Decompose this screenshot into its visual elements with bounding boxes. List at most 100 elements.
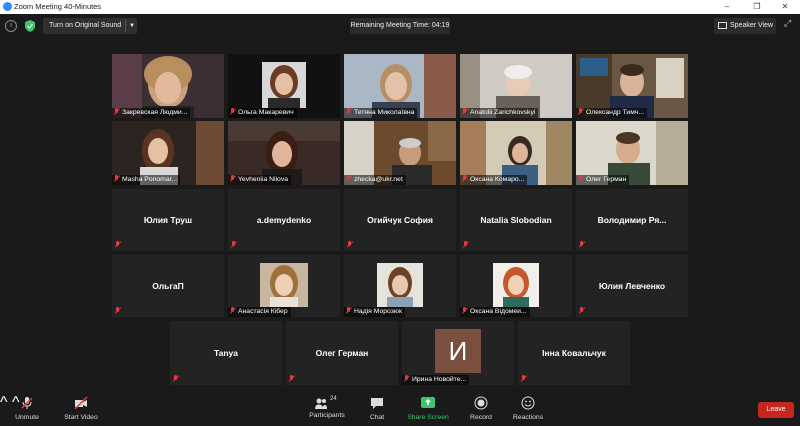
participant-tile[interactable]: Володимир Ря... [576, 189, 688, 251]
participant-tile[interactable]: Олександр Тимч... [576, 54, 688, 118]
participant-tile[interactable]: Ольга Макаревич [228, 54, 340, 118]
participant-name-center: Natalia Slobodian [480, 215, 552, 225]
record-label: Record [470, 414, 492, 421]
participant-name: Олександр Тимч... [576, 108, 648, 118]
participant-tile[interactable]: ОльгаП [112, 255, 224, 317]
participant-name: Тетяна Миколаївна [344, 108, 418, 118]
chat-label: Chat [369, 414, 385, 421]
muted-mic-icon [462, 175, 468, 182]
maximize-button[interactable]: ❐ [746, 0, 768, 14]
participants-button[interactable]: 24 Participants [306, 396, 348, 419]
share-screen-icon [421, 397, 435, 408]
start-video-button[interactable]: Start Video [62, 396, 100, 421]
participant-tile[interactable]: Anatolii Zarichkovskyi [460, 54, 572, 118]
participant-name-center: ОльгаП [152, 281, 184, 291]
participant-tile[interactable]: Закревская Людми... [112, 54, 224, 118]
chat-button[interactable]: Chat [365, 396, 389, 421]
encryption-shield-icon[interactable] [24, 20, 36, 32]
participant-name-text: Оксана Комаро... [470, 176, 525, 183]
close-button[interactable]: ✕ [774, 0, 796, 14]
participant-name-text: Ирина Новойте... [412, 376, 467, 383]
participant-name: Оксана Відомеи... [460, 307, 530, 317]
muted-mic-icon [579, 307, 585, 314]
participant-tile[interactable]: Masha Ponomar... [112, 121, 224, 185]
participant-tile[interactable]: Natalia Slobodian [460, 189, 572, 251]
participant-tile[interactable]: Юлия Левченко [576, 255, 688, 317]
info-icon[interactable]: i [5, 20, 17, 32]
participant-name: Masha Ponomar... [112, 175, 181, 185]
minimize-button[interactable]: – [716, 0, 738, 14]
share-screen-button[interactable]: Share Screen [406, 396, 450, 421]
participant-name: Ольга Макаревич [228, 108, 297, 118]
muted-mic-icon [404, 375, 410, 382]
profile-photo [260, 263, 308, 307]
unmute-button[interactable]: Unmute [12, 396, 42, 421]
participant-tile[interactable]: Олег Герман [576, 121, 688, 185]
speaker-view-icon [718, 22, 727, 29]
participants-label: Participants [309, 412, 345, 419]
participant-tile[interactable]: a.demydenko [228, 189, 340, 251]
zoom-logo-icon [3, 2, 12, 11]
participant-name-text: Оксана Відомеи... [470, 308, 527, 315]
video-off-icon [74, 396, 88, 410]
start-video-label: Start Video [64, 414, 98, 421]
window-titlebar: Zoom Meeting 40-Minutes – ❐ ✕ [0, 0, 800, 14]
participant-name-center: Олег Герман [315, 348, 369, 358]
muted-mic-icon [230, 175, 236, 182]
muted-mic-icon [173, 375, 179, 382]
participant-tile[interactable]: Анастасія Кібер [228, 255, 340, 317]
participant-name: Yevheniia Nilova [228, 175, 292, 185]
participant-tile[interactable]: Оксана Комаро... [460, 121, 572, 185]
muted-microphone-icon [21, 397, 33, 409]
speaker-view-button[interactable]: Speaker View [714, 18, 776, 34]
participant-tile[interactable]: Олег Герман [286, 321, 398, 385]
participant-tile[interactable]: zhecka@ukr.net [344, 121, 456, 185]
muted-mic-icon [462, 307, 468, 314]
original-sound-label: Turn on Original Sound [49, 22, 122, 29]
muted-mic-icon [231, 241, 237, 248]
reactions-button[interactable]: Reactions [510, 396, 546, 421]
participant-name-center: a.demydenko [256, 215, 312, 225]
participant-name-text: Закревская Людми... [122, 109, 188, 116]
muted-mic-icon [114, 175, 120, 182]
muted-mic-icon [578, 108, 584, 115]
participant-name-text: Тетяна Миколаївна [354, 109, 415, 116]
participant-tile[interactable]: Юлия Труш [112, 189, 224, 251]
muted-mic-icon [521, 375, 527, 382]
chat-icon [371, 398, 383, 409]
participant-name: Оксана Комаро... [460, 175, 528, 185]
participant-tile[interactable]: Огийчук София [344, 189, 456, 251]
participant-name: Anatolii Zarichkovskyi [460, 108, 539, 118]
fullscreen-icon[interactable]: ⤢ [784, 18, 796, 30]
original-sound-button[interactable]: Turn on Original Sound ▼ [43, 18, 137, 34]
participant-name-center: Юлия Левченко [598, 281, 666, 291]
muted-mic-icon [462, 108, 468, 115]
muted-mic-icon [115, 241, 121, 248]
participant-name: zhecka@ukr.net [344, 175, 406, 185]
record-button[interactable]: Record [466, 396, 496, 421]
participant-tile[interactable]: Оксана Відомеи... [460, 255, 572, 317]
chevron-down-icon[interactable]: ▼ [129, 18, 135, 34]
participant-name-center: Юлия Труш [143, 215, 193, 225]
participant-name-text: Олександр Тимч... [586, 109, 645, 116]
window-title: Zoom Meeting 40-Minutes [14, 2, 102, 11]
leave-button[interactable]: Leave [758, 402, 794, 418]
meeting-timer: Remaining Meeting Time: 04:19 [350, 18, 450, 34]
participant-tile-active-speaker[interactable]: Yevheniia Nilova [228, 121, 340, 185]
muted-mic-icon [114, 108, 120, 115]
participant-tile[interactable]: Надія Морозюк [344, 255, 456, 317]
participant-name-center: Огийчук София [367, 215, 433, 225]
participant-name-text: Anatolii Zarichkovskyi [470, 109, 536, 116]
participant-tile[interactable]: Тетяна Миколаївна [344, 54, 456, 118]
muted-mic-icon [346, 175, 352, 182]
unmute-label: Unmute [15, 414, 39, 421]
participant-tile[interactable]: Tanya [170, 321, 282, 385]
participant-name-text: Masha Ponomar... [122, 176, 178, 183]
participant-name-text: Анастасія Кібер [238, 308, 288, 315]
participant-name: Надія Морозюк [344, 307, 405, 317]
chevron-up-icon[interactable]: ^ [0, 394, 8, 411]
participant-name-center: Володимир Ря... [597, 215, 667, 225]
reactions-smiley-icon [521, 396, 535, 410]
participant-tile[interactable]: Інна Ковальчук [518, 321, 630, 385]
participant-tile[interactable]: И Ирина Новойте... [402, 321, 514, 385]
